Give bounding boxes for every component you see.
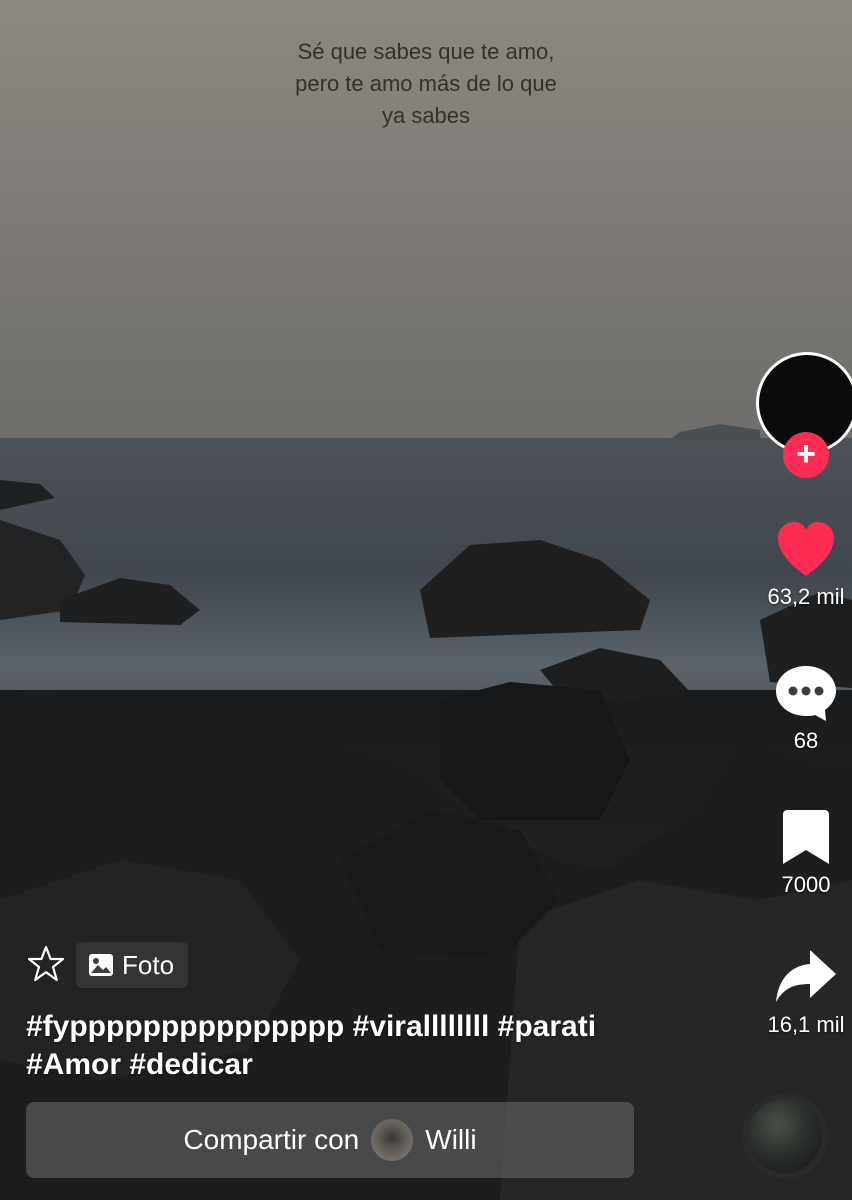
overlay-caption-line3: ya sabes bbox=[381, 103, 471, 128]
save-button[interactable]: 7000 bbox=[736, 808, 852, 898]
hashtags-line2[interactable]: #Amor #dedicar bbox=[26, 1046, 726, 1084]
comment-count: 68 bbox=[793, 728, 819, 753]
share-count: 16,1 mil bbox=[767, 1012, 845, 1037]
like-count: 63,2 mil bbox=[767, 584, 845, 609]
creator-avatar-container: + bbox=[756, 352, 852, 478]
share-arrow-icon bbox=[776, 950, 836, 1002]
share-button[interactable]: 16,1 mil bbox=[736, 948, 852, 1038]
star-icon[interactable] bbox=[26, 944, 66, 984]
recipient-name: Willi bbox=[425, 1124, 477, 1155]
comment-button[interactable]: 68 bbox=[736, 664, 852, 754]
hashtags: #fyppppppppppppppp #virallllllll #parati… bbox=[26, 1008, 726, 1084]
image-icon bbox=[89, 954, 113, 976]
save-count: 7000 bbox=[781, 872, 831, 897]
like-button[interactable]: 63,2 mil bbox=[736, 520, 852, 610]
recipient-avatar bbox=[371, 1119, 414, 1161]
share-with-button[interactable]: Compartir con Willi bbox=[26, 1102, 634, 1178]
music-disc[interactable] bbox=[742, 1093, 828, 1179]
overlay-caption-line2: pero te amo más de lo que bbox=[295, 71, 557, 96]
plus-icon: + bbox=[796, 435, 816, 473]
bookmark-icon bbox=[783, 810, 829, 864]
comment-icon bbox=[776, 666, 836, 721]
overlay-caption-line1: Sé que sabes que te amo, bbox=[297, 39, 555, 64]
photo-type-label: Foto bbox=[122, 949, 175, 980]
hashtags-line1[interactable]: #fyppppppppppppppp #virallllllll #parati bbox=[26, 1008, 726, 1046]
photo-type-badge[interactable]: Foto bbox=[76, 942, 189, 988]
heart-icon bbox=[778, 522, 834, 576]
overlay-caption: Sé que sabes que te amo, pero te amo más… bbox=[0, 36, 852, 132]
share-with-label: Compartir con bbox=[183, 1124, 360, 1155]
follow-button[interactable]: + bbox=[783, 432, 829, 478]
